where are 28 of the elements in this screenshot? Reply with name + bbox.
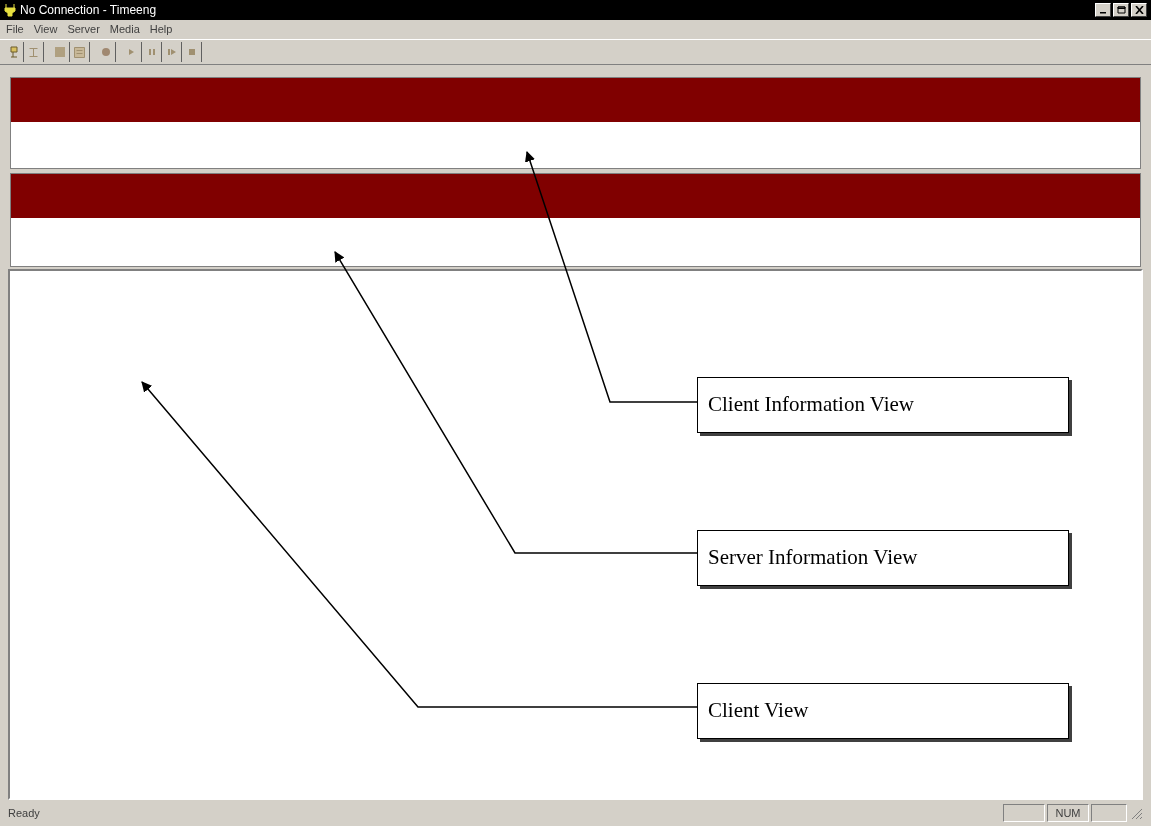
plug-icon — [4, 3, 16, 17]
close-icon — [1134, 6, 1144, 14]
callout-label: Client Information View — [697, 377, 1069, 433]
status-text: Ready — [8, 805, 41, 821]
menu-item[interactable]: View — [33, 21, 58, 38]
pause-icon — [148, 49, 155, 55]
plug-icon — [9, 46, 18, 58]
resize-grip-icon[interactable] — [1129, 806, 1143, 820]
play-icon — [129, 49, 134, 55]
minimize-button[interactable] — [1095, 3, 1111, 17]
maximize-button[interactable] — [1113, 3, 1129, 17]
callout-label: Server Information View — [697, 530, 1069, 586]
maximize-icon — [1116, 6, 1126, 14]
stop-icon — [188, 49, 195, 55]
num-lock-indicator: NUM — [1047, 804, 1089, 822]
status-pane — [1091, 804, 1127, 822]
record-icon — [101, 48, 110, 56]
step-icon — [167, 49, 176, 55]
document-icon — [74, 46, 85, 58]
menu-item[interactable]: File — [6, 21, 24, 38]
menu-item[interactable]: Media — [109, 21, 140, 38]
status-pane — [1003, 804, 1045, 822]
menu-item[interactable]: Server — [67, 21, 100, 38]
page-icon — [54, 47, 65, 57]
menu-item[interactable]: Help — [149, 21, 173, 38]
window-title: No Connection - Timeeng — [20, 2, 157, 19]
callout-label: Client View — [697, 683, 1069, 739]
close-button[interactable] — [1131, 3, 1147, 17]
